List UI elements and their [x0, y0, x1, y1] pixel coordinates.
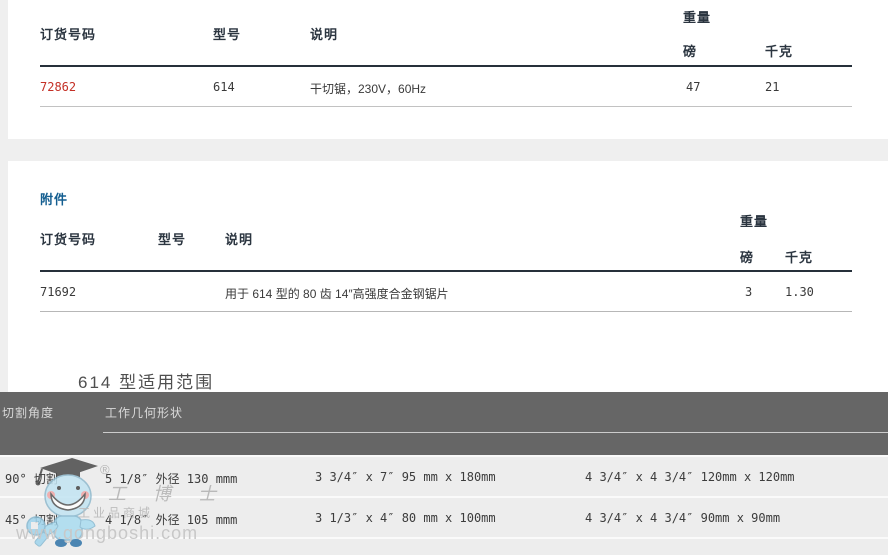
- description-cell: 干切锯，230V，60Hz: [310, 80, 426, 97]
- order-number-link[interactable]: 72862: [40, 80, 76, 94]
- footer-strip: [0, 539, 888, 555]
- model-cell: 614: [213, 80, 235, 94]
- description-cell: 用于 614 型的 80 齿 14″高强度合金钢锯片: [225, 285, 449, 302]
- application-section-title: 614 型适用范围: [78, 368, 214, 393]
- table-row-rule: [40, 311, 852, 312]
- angle-cell: 45° 切割: [5, 511, 58, 528]
- col-header-kilograms: 千克: [785, 247, 813, 266]
- product-table-card: 订货号码 型号 说明 重量 磅 千克 72862 614 干切锯，230V，60…: [8, 0, 888, 139]
- col-header-pounds: 磅: [683, 41, 697, 60]
- angle-cell: 90° 切割: [5, 470, 58, 487]
- pounds-cell: 3: [745, 285, 752, 299]
- square-stock-cell: 4 3/4″ x 4 3/4″ 120mm x 120mm: [585, 470, 795, 484]
- square-stock-cell: 4 3/4″ x 4 3/4″ 90mm x 90mm: [585, 511, 780, 525]
- kilograms-cell: 21: [765, 80, 779, 94]
- table-header-rule: [40, 270, 852, 272]
- col-header-order-number: 订货号码: [40, 24, 96, 43]
- pounds-cell: 47: [686, 80, 700, 94]
- geometry-header-underline: [103, 432, 888, 433]
- table-header-rule: [40, 65, 852, 67]
- kilograms-cell: 1.30: [785, 285, 814, 299]
- col-header-description: 说明: [225, 229, 253, 248]
- col-header-pounds: 磅: [740, 247, 754, 266]
- application-row-45: 45° 切割 4 1/8″ 外径 105 mmm 3 1/3″ x 4″ 80 …: [0, 498, 888, 537]
- application-row-90: 90° 切割 5 1/8″ 外径 130 mmm 3 3/4″ x 7″ 95 …: [0, 457, 888, 496]
- rect-stock-cell: 3 1/3″ x 4″ 80 mm x 100mm: [315, 511, 496, 525]
- order-number-cell: 71692: [40, 285, 76, 299]
- col-header-order-number: 订货号码: [40, 229, 96, 248]
- col-header-weight: 重量: [683, 7, 711, 26]
- accessories-card: 附件 重量 订货号码 型号 说明 磅 千克 71692 用于 614 型的 80…: [8, 161, 888, 392]
- accessories-title: 附件: [40, 189, 68, 208]
- col-header-kilograms: 千克: [765, 41, 793, 60]
- round-stock-cell: 5 1/8″ 外径 130 mmm: [105, 470, 237, 487]
- table-row-rule: [40, 106, 852, 107]
- col-header-work-geometry: 工作几何形状: [105, 404, 183, 421]
- col-header-weight: 重量: [740, 211, 768, 230]
- col-header-model: 型号: [158, 229, 186, 248]
- col-header-model: 型号: [213, 24, 241, 43]
- round-stock-cell: 4 1/8″ 外径 105 mmm: [105, 511, 237, 528]
- col-header-cut-angle: 切割角度: [2, 404, 54, 421]
- col-header-description: 说明: [310, 24, 338, 43]
- application-header-bar: 切割角度 工作几何形状: [0, 392, 888, 455]
- rect-stock-cell: 3 3/4″ x 7″ 95 mm x 180mm: [315, 470, 496, 484]
